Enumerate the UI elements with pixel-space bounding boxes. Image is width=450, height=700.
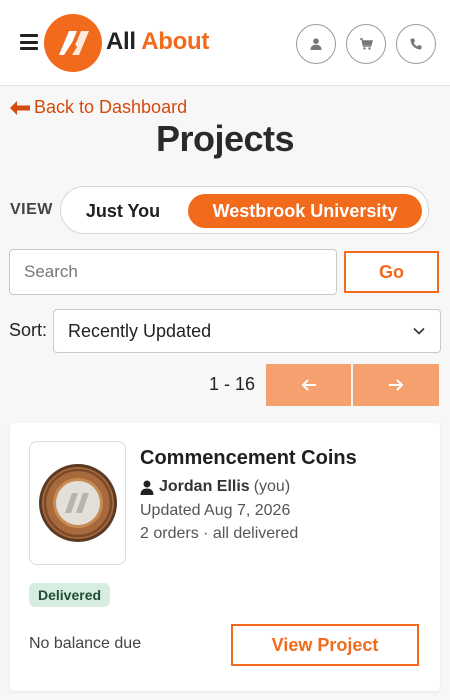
next-page-button[interactable]	[353, 364, 439, 406]
project-card: Commencement Coins Jordan Ellis (you) Up…	[10, 423, 440, 691]
sort-selected-value: Recently Updated	[68, 321, 212, 341]
arrow-right-icon	[389, 379, 404, 391]
search-input[interactable]	[9, 249, 337, 295]
orders-summary: 2 orders · all delivered	[140, 525, 299, 542]
cart-button[interactable]	[346, 24, 386, 64]
arrow-left-icon	[10, 100, 30, 115]
back-link-label: Back to Dashboard	[34, 97, 188, 117]
brand-name[interactable]: All About	[106, 28, 209, 56]
brand-word-1: All	[106, 28, 136, 55]
sort-label: Sort:	[9, 320, 48, 340]
top-header: All About	[0, 0, 450, 86]
project-thumbnail[interactable]	[29, 441, 126, 565]
menu-icon[interactable]	[20, 34, 38, 50]
phone-button[interactable]	[396, 24, 436, 64]
balance-status: No balance due	[29, 635, 142, 652]
project-owner: Jordan Ellis (you)	[140, 478, 290, 496]
chevron-down-icon	[413, 327, 425, 335]
sort-select[interactable]: Recently Updated	[53, 309, 441, 353]
phone-icon	[410, 38, 422, 50]
brand-word-2: About	[141, 28, 210, 55]
back-to-dashboard-link[interactable]: Back to Dashboard	[10, 97, 187, 118]
go-button[interactable]: Go	[344, 251, 439, 293]
view-toggle: Just You Westbrook University	[60, 186, 429, 234]
project-title[interactable]: Commencement Coins	[140, 447, 357, 470]
owner-name: Jordan Ellis	[159, 478, 250, 495]
account-button[interactable]	[296, 24, 336, 64]
updated-date: Updated Aug 7, 2026	[140, 502, 291, 519]
cart-icon	[360, 38, 373, 50]
previous-page-button[interactable]	[266, 364, 351, 406]
toggle-option-westbrook-university[interactable]: Westbrook University	[188, 194, 422, 228]
status-badge: Delivered	[29, 583, 111, 607]
view-label: VIEW	[10, 201, 53, 218]
toggle-option-just-you[interactable]: Just You	[67, 194, 179, 228]
user-icon	[310, 38, 322, 50]
arrow-left-icon	[301, 379, 316, 391]
owner-suffix: (you)	[253, 478, 291, 495]
page-title: Projects	[155, 118, 295, 159]
user-icon	[140, 480, 154, 495]
coin-image-icon	[38, 464, 117, 542]
brand-logo-icon[interactable]	[44, 14, 102, 72]
view-project-button[interactable]: View Project	[231, 624, 419, 666]
pagination-range: 1 - 16	[209, 374, 256, 394]
